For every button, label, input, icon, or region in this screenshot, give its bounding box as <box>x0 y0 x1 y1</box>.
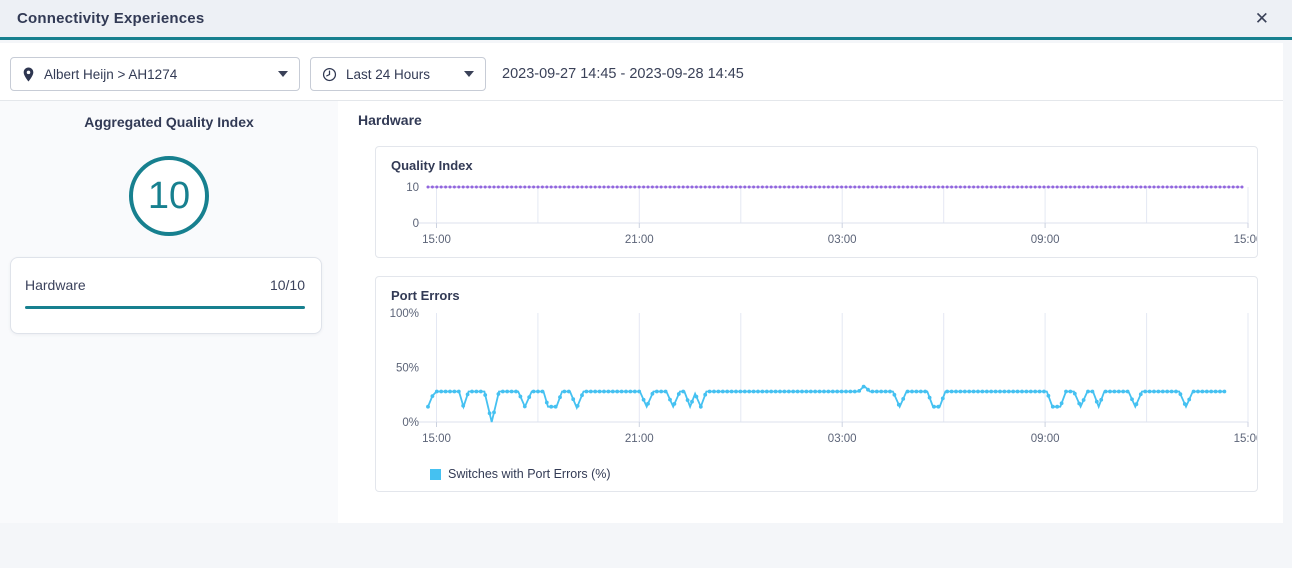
port-errors-chart[interactable]: 15:00 21:00 03:00 09:00 15:00 100% 50% 0% <box>376 301 1257 453</box>
svg-text:100%: 100% <box>390 308 419 320</box>
summary-title: Aggregated Quality Index <box>0 101 338 130</box>
quality-index-chart-card: Quality Index 15:0021:0003:0009:0015:001… <box>375 146 1258 258</box>
close-icon: ✕ <box>1255 9 1269 28</box>
legend-swatch <box>430 469 441 480</box>
hardware-score-card[interactable]: Hardware 10/10 <box>10 257 322 334</box>
chevron-down-icon <box>278 71 288 77</box>
svg-text:21:00: 21:00 <box>625 234 654 246</box>
svg-text:15:00: 15:00 <box>422 234 451 246</box>
time-range-selector[interactable]: Last 24 Hours <box>310 57 486 91</box>
dialog-header: Connectivity Experiences ✕ <box>0 0 1292 40</box>
date-range-text: 2023-09-27 14:45 - 2023-09-28 14:45 <box>502 57 744 91</box>
svg-text:15:00: 15:00 <box>422 433 451 445</box>
filter-bar: Albert Heijn > AH1274 Last 24 Hours 2023… <box>0 43 1283 101</box>
chart-legend-item[interactable]: Switches with Port Errors (%) <box>430 467 611 481</box>
category-label: Hardware <box>25 277 86 293</box>
port-errors-chart-card: Port Errors 15:00 21:00 03:00 09:00 15:00 100… <box>375 276 1258 492</box>
site-selector-value: Albert Heijn > AH1274 <box>44 67 177 82</box>
svg-text:09:00: 09:00 <box>1031 433 1060 445</box>
section-title-hardware: Hardware <box>358 112 422 128</box>
dialog-title: Connectivity Experiences <box>17 10 204 27</box>
svg-text:15:00: 15:00 <box>1234 433 1257 445</box>
svg-text:09:00: 09:00 <box>1031 234 1060 246</box>
svg-text:03:00: 03:00 <box>828 433 857 445</box>
site-selector[interactable]: Albert Heijn > AH1274 <box>10 57 300 91</box>
svg-text:50%: 50% <box>396 363 419 375</box>
dialog-body: Albert Heijn > AH1274 Last 24 Hours 2023… <box>0 43 1283 523</box>
legend-label: Switches with Port Errors (%) <box>448 467 611 481</box>
svg-text:0: 0 <box>413 218 419 230</box>
clock-icon <box>322 67 337 82</box>
time-range-value: Last 24 Hours <box>346 67 430 82</box>
score-progress-track <box>25 306 305 309</box>
category-score: 10/10 <box>270 277 305 293</box>
summary-panel: Aggregated Quality Index 10 Hardware 10/… <box>0 101 338 523</box>
quality-index-chart-title: Quality Index <box>376 147 1257 173</box>
location-pin-icon <box>22 67 35 82</box>
quality-index-chart[interactable]: 15:00 21:00 03:00 09:00 15:00 10 0 <box>376 171 1257 259</box>
port-errors-chart-title: Port Errors <box>376 277 1257 303</box>
svg-text:15:00: 15:00 <box>1234 234 1257 246</box>
score-progress-bar <box>25 306 305 309</box>
svg-text:03:00: 03:00 <box>828 234 857 246</box>
svg-text:10: 10 <box>406 182 419 194</box>
close-button[interactable]: ✕ <box>1249 8 1275 29</box>
svg-text:21:00: 21:00 <box>625 433 654 445</box>
svg-text:0%: 0% <box>402 417 419 429</box>
aggregated-score-value: 10 <box>148 175 190 218</box>
aggregated-score-badge: 10 <box>129 156 209 236</box>
chevron-down-icon <box>464 71 474 77</box>
